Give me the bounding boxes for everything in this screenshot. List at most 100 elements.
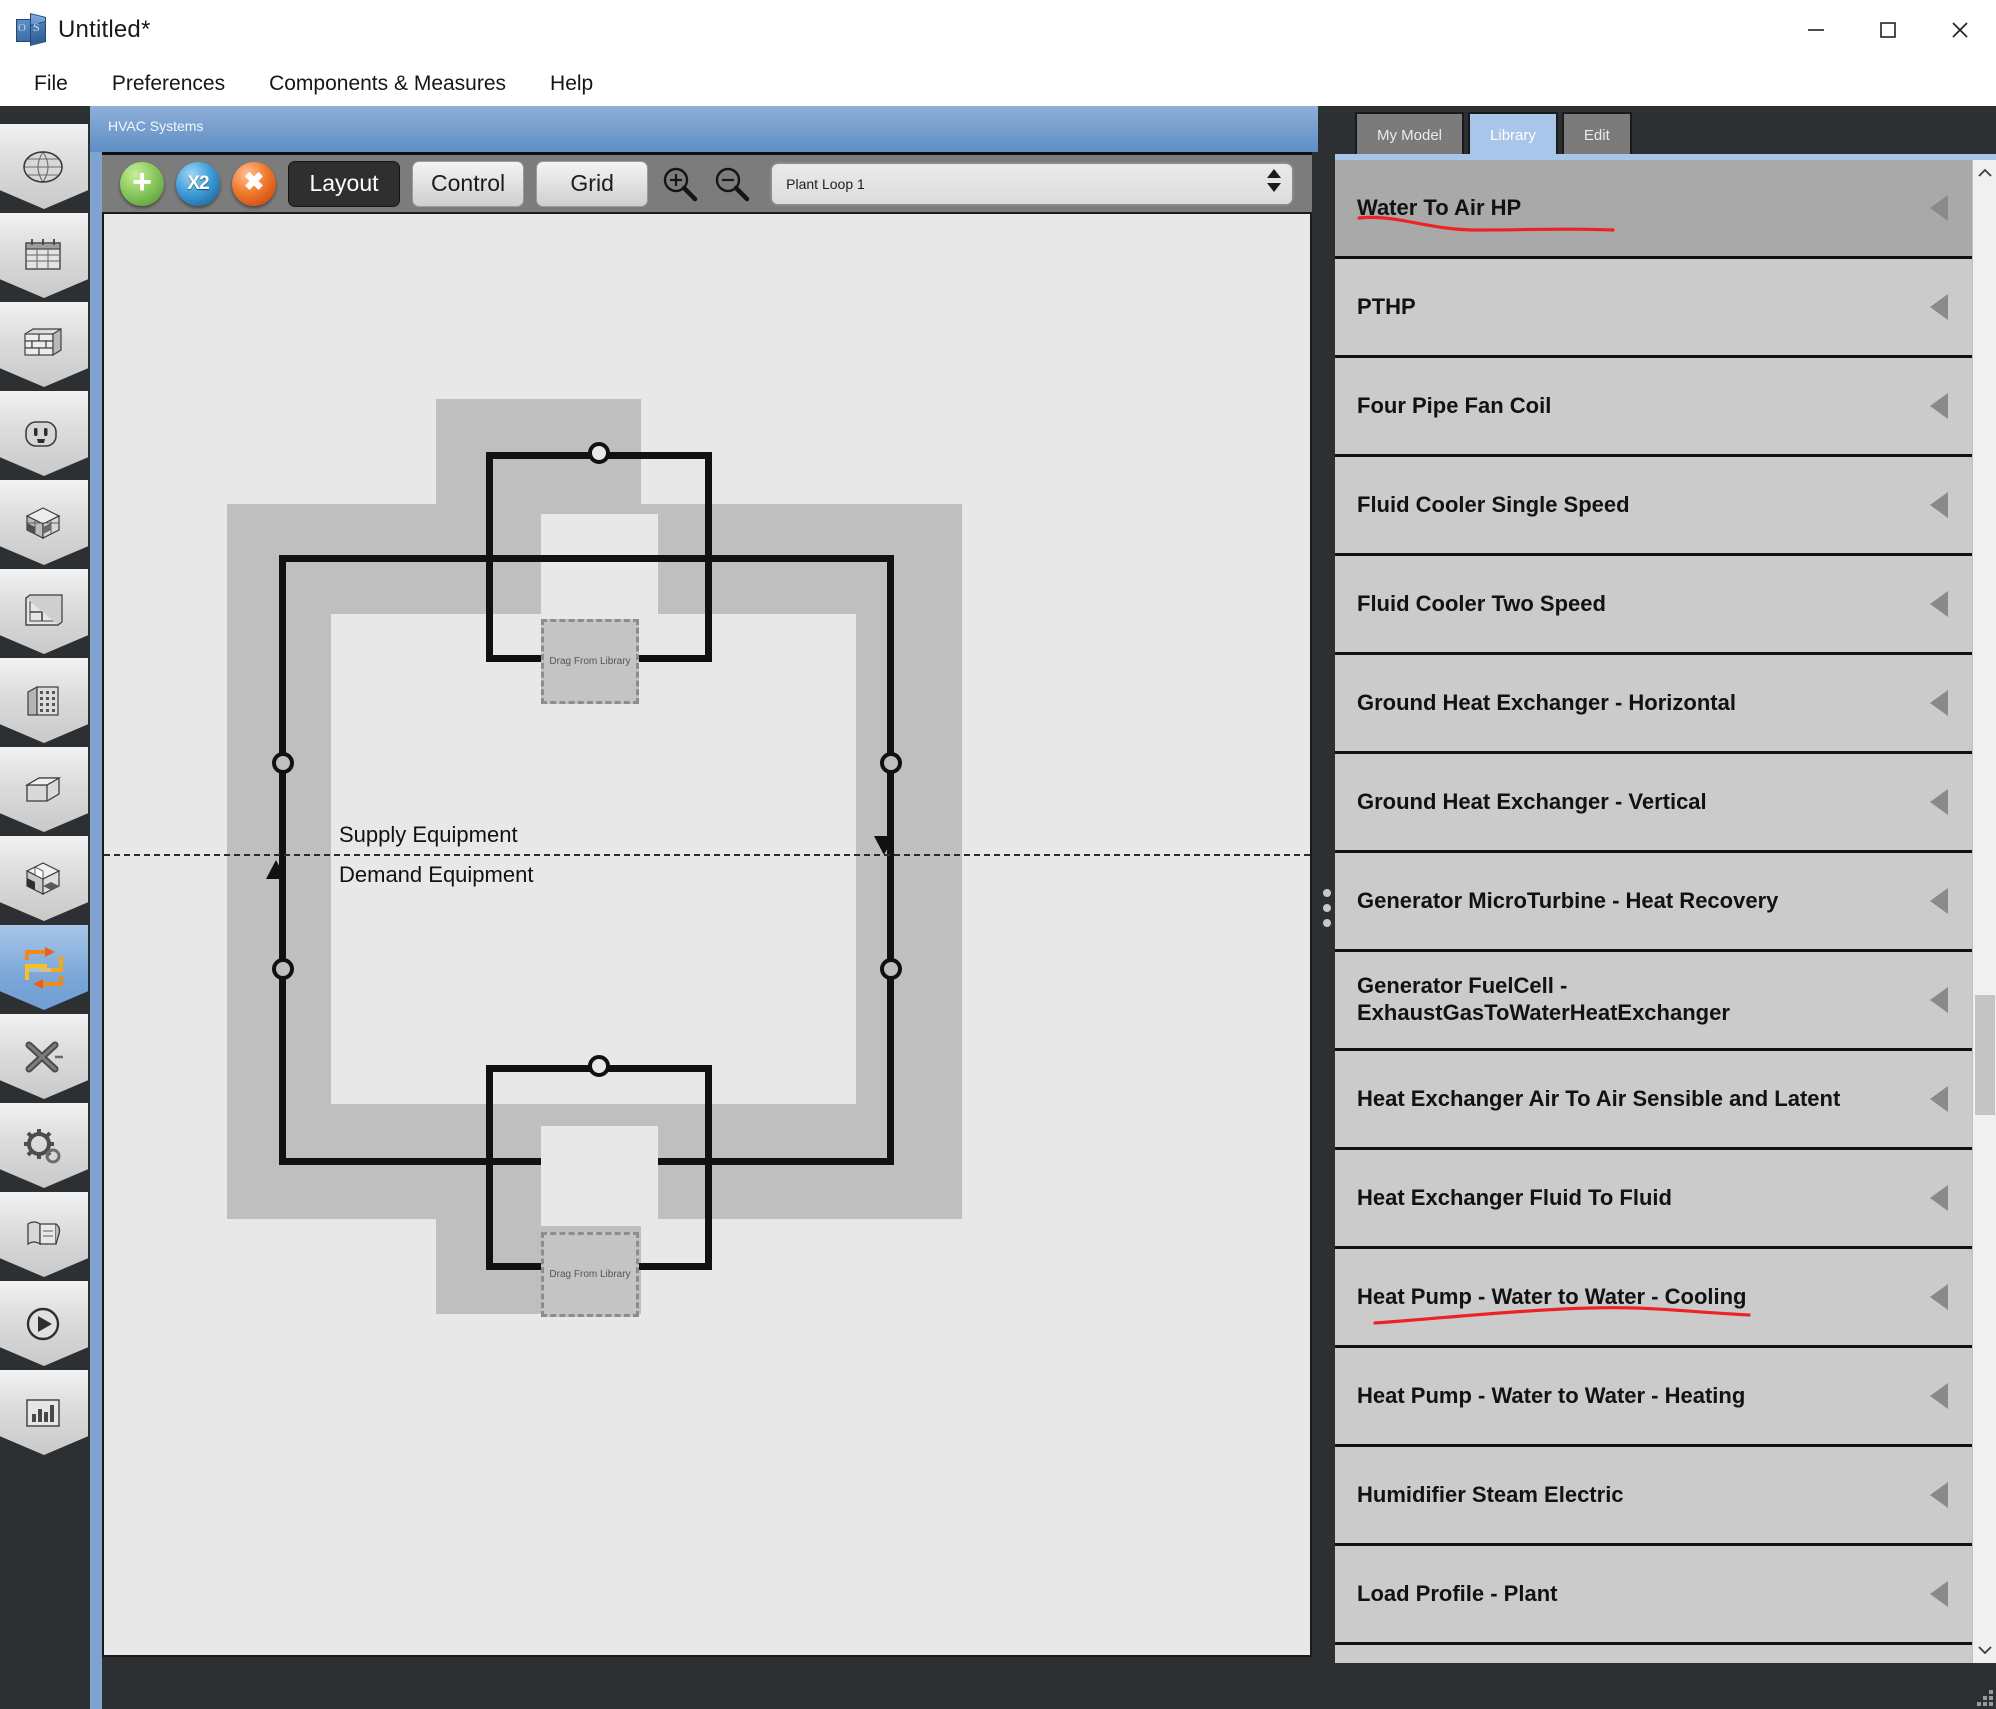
x2-icon: X2 (187, 172, 209, 194)
library-item-label: Heat Pump - Water to Water - Heating (1357, 1382, 1746, 1408)
list-item[interactable]: Heat Exchanger Air To Air Sensible and L… (1335, 1051, 1972, 1150)
sidebar-item-run-simulation[interactable] (0, 1281, 88, 1366)
chevron-left-icon[interactable] (1930, 591, 1948, 617)
tab-layout[interactable]: Layout (288, 160, 400, 207)
loop-node-right-upper[interactable] (880, 752, 902, 774)
sidebar-item-site[interactable] (0, 124, 88, 209)
chevron-left-icon[interactable] (1930, 987, 1948, 1013)
zoom-in-icon[interactable] (660, 164, 700, 204)
panel-splitter[interactable] (1318, 106, 1335, 1709)
sidebar-item-simulation-settings[interactable] (0, 1192, 88, 1277)
title-bar: OS Untitled* (0, 0, 1996, 60)
loop-node-left-lower[interactable] (272, 958, 294, 980)
library-item-label: Four Pipe Fan Coil (1357, 392, 1552, 418)
demand-node-top[interactable] (588, 1055, 610, 1077)
list-item[interactable]: Generator MicroTurbine - Heat Recovery (1335, 853, 1972, 952)
list-item[interactable]: Generator FuelCell - ExhaustGasToWaterHe… (1335, 952, 1972, 1051)
window-title: Untitled* (58, 16, 151, 43)
chevron-left-icon[interactable] (1930, 690, 1948, 716)
tab-edit[interactable]: Edit (1561, 112, 1632, 156)
chevron-left-icon[interactable] (1930, 1185, 1948, 1211)
list-item[interactable]: Fluid Cooler Two Speed (1335, 556, 1972, 655)
library-tabs: My Model Library Edit (1355, 112, 1632, 156)
menu-help[interactable]: Help (528, 66, 615, 102)
window-controls (1780, 0, 1996, 60)
chevron-left-icon[interactable] (1930, 888, 1948, 914)
scrollbar-thumb[interactable] (1975, 995, 1995, 1115)
list-item[interactable]: Load Profile - Plant (1335, 1546, 1972, 1645)
dropzone-demand[interactable]: Drag From Library (541, 1232, 639, 1317)
sidebar-item-loads[interactable] (0, 391, 88, 476)
spaces-icon (19, 767, 69, 813)
loop-selector[interactable]: Plant Loop 1 (770, 161, 1294, 206)
list-item[interactable]: Heat Pump - Water to Water - Cooling (1335, 1249, 1972, 1348)
add-loop-button[interactable]: + (120, 161, 164, 206)
menu-file[interactable]: File (12, 66, 90, 102)
list-item[interactable]: Humidifier Steam Electric (1335, 1447, 1972, 1546)
library-scrollbar[interactable] (1972, 160, 1996, 1663)
sidebar-item-geometry[interactable] (0, 569, 88, 654)
tab-my-model[interactable]: My Model (1355, 112, 1465, 156)
library-list[interactable]: Water To Air HP PTHP Four Pipe Fan Coil … (1335, 160, 1972, 1663)
supply-node-top[interactable] (588, 442, 610, 464)
scroll-up-button[interactable] (1973, 160, 1996, 186)
library-item-label: Heat Exchanger Air To Air Sensible and L… (1357, 1085, 1841, 1111)
geometry-icon (19, 589, 69, 635)
menu-components-measures[interactable]: Components & Measures (247, 66, 528, 102)
chevron-left-icon[interactable] (1930, 195, 1948, 221)
resize-grip-icon[interactable] (1977, 1690, 1993, 1706)
sidebar-item-hvac-systems[interactable] (0, 925, 88, 1010)
sidebar-item-facility[interactable] (0, 658, 88, 743)
duplicate-loop-button[interactable]: X2 (176, 161, 220, 206)
sidebar-item-schedules[interactable] (0, 213, 88, 298)
loads-icon (19, 411, 69, 457)
chevron-left-icon[interactable] (1930, 294, 1948, 320)
sidebar-item-space-types[interactable] (0, 480, 88, 565)
menu-preferences[interactable]: Preferences (90, 66, 247, 102)
tab-library[interactable]: Library (1468, 112, 1558, 156)
list-item[interactable]: PTHP (1335, 259, 1972, 358)
loop-node-left-upper[interactable] (272, 752, 294, 774)
left-navigation-rail (0, 106, 90, 1709)
loop-selector-spinner[interactable] (1266, 168, 1282, 192)
sidebar-item-refrigeration[interactable] (0, 1014, 88, 1099)
sidebar-item-results-summary[interactable] (0, 1370, 88, 1455)
library-panel: My Model Library Edit Water To Air HP PT… (1335, 106, 1996, 1709)
diagram-toolbar: + X2 ✖ Layout Control Grid Plant Loop 1 (102, 152, 1312, 214)
delete-loop-button[interactable]: ✖ (232, 161, 276, 206)
close-button[interactable] (1924, 0, 1996, 60)
chevron-left-icon[interactable] (1930, 1086, 1948, 1112)
sidebar-item-output-variables[interactable] (0, 1103, 88, 1188)
zoom-out-icon[interactable] (712, 164, 752, 204)
list-item[interactable]: Heat Pump - Water to Water - Heating (1335, 1348, 1972, 1447)
maximize-button[interactable] (1852, 0, 1924, 60)
dropzone-supply[interactable]: Drag From Library (541, 619, 639, 704)
sidebar-item-spaces[interactable] (0, 747, 88, 832)
list-item[interactable]: Heat Exchanger Fluid To Fluid (1335, 1150, 1972, 1249)
chevron-left-icon[interactable] (1930, 492, 1948, 518)
hvac-editor-panel: HVAC Systems + X2 ✖ Layout Control Grid (90, 106, 1335, 1709)
chevron-left-icon[interactable] (1930, 393, 1948, 419)
list-item[interactable]: Fluid Cooler Single Speed (1335, 457, 1972, 556)
plus-icon: + (132, 163, 152, 201)
sidebar-item-thermal-zones[interactable] (0, 836, 88, 921)
scroll-down-button[interactable] (1973, 1637, 1996, 1663)
chevron-left-icon[interactable] (1930, 1581, 1948, 1607)
minimize-button[interactable] (1780, 0, 1852, 60)
list-item[interactable]: Ground Heat Exchanger - Horizontal (1335, 655, 1972, 754)
results-summary-icon (19, 1390, 69, 1436)
list-item[interactable]: Ground Heat Exchanger - Vertical (1335, 754, 1972, 853)
chevron-left-icon[interactable] (1930, 1383, 1948, 1409)
loop-node-right-lower[interactable] (880, 958, 902, 980)
plant-loop-canvas[interactable]: Drag From Library Supply Equipment Deman… (102, 214, 1312, 1657)
sidebar-item-constructions[interactable] (0, 302, 88, 387)
chevron-left-icon[interactable] (1930, 1284, 1948, 1310)
chevron-left-icon[interactable] (1930, 1482, 1948, 1508)
list-item[interactable]: Water To Air HP (1335, 160, 1972, 259)
list-item[interactable] (1335, 1645, 1972, 1663)
demand-equipment-slot (541, 1126, 658, 1226)
list-item[interactable]: Four Pipe Fan Coil (1335, 358, 1972, 457)
chevron-left-icon[interactable] (1930, 789, 1948, 815)
tab-control[interactable]: Control (412, 160, 525, 207)
tab-grid[interactable]: Grid (536, 160, 649, 207)
